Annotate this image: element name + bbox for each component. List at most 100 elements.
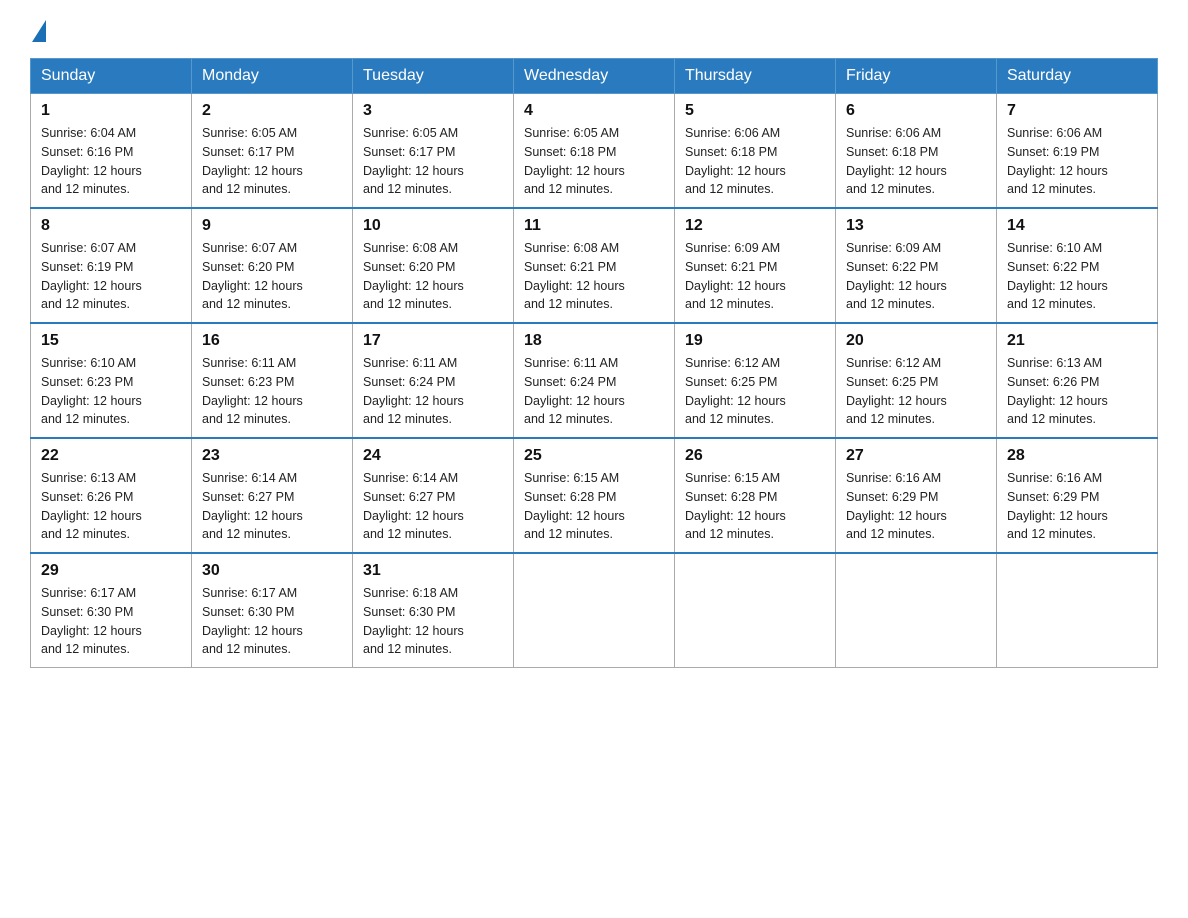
weekday-header-friday: Friday (836, 59, 997, 94)
day-info: Sunrise: 6:16 AMSunset: 6:29 PMDaylight:… (1007, 471, 1108, 541)
day-number: 21 (1007, 332, 1147, 350)
page-header (30, 20, 1158, 38)
calendar-cell: 22 Sunrise: 6:13 AMSunset: 6:26 PMDaylig… (31, 438, 192, 553)
day-info: Sunrise: 6:11 AMSunset: 6:24 PMDaylight:… (524, 356, 625, 426)
day-info: Sunrise: 6:09 AMSunset: 6:22 PMDaylight:… (846, 241, 947, 311)
calendar-cell: 4 Sunrise: 6:05 AMSunset: 6:18 PMDayligh… (514, 94, 675, 209)
day-info: Sunrise: 6:05 AMSunset: 6:18 PMDaylight:… (524, 126, 625, 196)
calendar-cell: 29 Sunrise: 6:17 AMSunset: 6:30 PMDaylig… (31, 553, 192, 668)
day-number: 2 (202, 102, 342, 120)
day-number: 6 (846, 102, 986, 120)
day-number: 11 (524, 217, 664, 235)
day-number: 14 (1007, 217, 1147, 235)
day-number: 31 (363, 562, 503, 580)
calendar-cell: 6 Sunrise: 6:06 AMSunset: 6:18 PMDayligh… (836, 94, 997, 209)
weekday-header-thursday: Thursday (675, 59, 836, 94)
calendar-cell: 15 Sunrise: 6:10 AMSunset: 6:23 PMDaylig… (31, 323, 192, 438)
day-info: Sunrise: 6:14 AMSunset: 6:27 PMDaylight:… (202, 471, 303, 541)
logo (30, 20, 46, 38)
day-info: Sunrise: 6:08 AMSunset: 6:21 PMDaylight:… (524, 241, 625, 311)
day-info: Sunrise: 6:17 AMSunset: 6:30 PMDaylight:… (41, 586, 142, 656)
day-number: 13 (846, 217, 986, 235)
day-number: 19 (685, 332, 825, 350)
day-info: Sunrise: 6:09 AMSunset: 6:21 PMDaylight:… (685, 241, 786, 311)
day-info: Sunrise: 6:15 AMSunset: 6:28 PMDaylight:… (685, 471, 786, 541)
day-info: Sunrise: 6:17 AMSunset: 6:30 PMDaylight:… (202, 586, 303, 656)
calendar-cell: 25 Sunrise: 6:15 AMSunset: 6:28 PMDaylig… (514, 438, 675, 553)
calendar-cell: 5 Sunrise: 6:06 AMSunset: 6:18 PMDayligh… (675, 94, 836, 209)
calendar-cell: 24 Sunrise: 6:14 AMSunset: 6:27 PMDaylig… (353, 438, 514, 553)
day-info: Sunrise: 6:12 AMSunset: 6:25 PMDaylight:… (685, 356, 786, 426)
calendar-cell: 27 Sunrise: 6:16 AMSunset: 6:29 PMDaylig… (836, 438, 997, 553)
day-info: Sunrise: 6:13 AMSunset: 6:26 PMDaylight:… (1007, 356, 1108, 426)
calendar-week-4: 22 Sunrise: 6:13 AMSunset: 6:26 PMDaylig… (31, 438, 1158, 553)
day-info: Sunrise: 6:10 AMSunset: 6:22 PMDaylight:… (1007, 241, 1108, 311)
day-info: Sunrise: 6:15 AMSunset: 6:28 PMDaylight:… (524, 471, 625, 541)
calendar-cell: 31 Sunrise: 6:18 AMSunset: 6:30 PMDaylig… (353, 553, 514, 668)
calendar-cell: 23 Sunrise: 6:14 AMSunset: 6:27 PMDaylig… (192, 438, 353, 553)
calendar-cell (675, 553, 836, 668)
day-info: Sunrise: 6:14 AMSunset: 6:27 PMDaylight:… (363, 471, 464, 541)
calendar-cell: 12 Sunrise: 6:09 AMSunset: 6:21 PMDaylig… (675, 208, 836, 323)
day-number: 18 (524, 332, 664, 350)
day-info: Sunrise: 6:08 AMSunset: 6:20 PMDaylight:… (363, 241, 464, 311)
day-info: Sunrise: 6:11 AMSunset: 6:24 PMDaylight:… (363, 356, 464, 426)
calendar-cell (514, 553, 675, 668)
weekday-header-row: SundayMondayTuesdayWednesdayThursdayFrid… (31, 59, 1158, 94)
day-number: 27 (846, 447, 986, 465)
day-info: Sunrise: 6:13 AMSunset: 6:26 PMDaylight:… (41, 471, 142, 541)
calendar-week-5: 29 Sunrise: 6:17 AMSunset: 6:30 PMDaylig… (31, 553, 1158, 668)
day-number: 9 (202, 217, 342, 235)
calendar-cell: 19 Sunrise: 6:12 AMSunset: 6:25 PMDaylig… (675, 323, 836, 438)
day-number: 26 (685, 447, 825, 465)
day-number: 7 (1007, 102, 1147, 120)
day-number: 24 (363, 447, 503, 465)
day-info: Sunrise: 6:05 AMSunset: 6:17 PMDaylight:… (202, 126, 303, 196)
day-info: Sunrise: 6:16 AMSunset: 6:29 PMDaylight:… (846, 471, 947, 541)
day-number: 1 (41, 102, 181, 120)
calendar-week-2: 8 Sunrise: 6:07 AMSunset: 6:19 PMDayligh… (31, 208, 1158, 323)
calendar-cell: 7 Sunrise: 6:06 AMSunset: 6:19 PMDayligh… (997, 94, 1158, 209)
day-number: 20 (846, 332, 986, 350)
calendar-cell: 30 Sunrise: 6:17 AMSunset: 6:30 PMDaylig… (192, 553, 353, 668)
calendar-cell: 2 Sunrise: 6:05 AMSunset: 6:17 PMDayligh… (192, 94, 353, 209)
day-info: Sunrise: 6:12 AMSunset: 6:25 PMDaylight:… (846, 356, 947, 426)
calendar-cell: 3 Sunrise: 6:05 AMSunset: 6:17 PMDayligh… (353, 94, 514, 209)
calendar-cell: 14 Sunrise: 6:10 AMSunset: 6:22 PMDaylig… (997, 208, 1158, 323)
weekday-header-tuesday: Tuesday (353, 59, 514, 94)
calendar-table: SundayMondayTuesdayWednesdayThursdayFrid… (30, 58, 1158, 668)
day-number: 3 (363, 102, 503, 120)
day-info: Sunrise: 6:11 AMSunset: 6:23 PMDaylight:… (202, 356, 303, 426)
day-number: 16 (202, 332, 342, 350)
day-info: Sunrise: 6:10 AMSunset: 6:23 PMDaylight:… (41, 356, 142, 426)
day-number: 10 (363, 217, 503, 235)
weekday-header-wednesday: Wednesday (514, 59, 675, 94)
calendar-cell: 17 Sunrise: 6:11 AMSunset: 6:24 PMDaylig… (353, 323, 514, 438)
calendar-cell: 28 Sunrise: 6:16 AMSunset: 6:29 PMDaylig… (997, 438, 1158, 553)
calendar-cell (997, 553, 1158, 668)
calendar-week-3: 15 Sunrise: 6:10 AMSunset: 6:23 PMDaylig… (31, 323, 1158, 438)
calendar-cell: 18 Sunrise: 6:11 AMSunset: 6:24 PMDaylig… (514, 323, 675, 438)
day-number: 22 (41, 447, 181, 465)
calendar-cell: 11 Sunrise: 6:08 AMSunset: 6:21 PMDaylig… (514, 208, 675, 323)
calendar-cell (836, 553, 997, 668)
calendar-cell: 1 Sunrise: 6:04 AMSunset: 6:16 PMDayligh… (31, 94, 192, 209)
weekday-header-sunday: Sunday (31, 59, 192, 94)
day-info: Sunrise: 6:18 AMSunset: 6:30 PMDaylight:… (363, 586, 464, 656)
day-number: 29 (41, 562, 181, 580)
day-number: 15 (41, 332, 181, 350)
day-info: Sunrise: 6:06 AMSunset: 6:19 PMDaylight:… (1007, 126, 1108, 196)
day-number: 28 (1007, 447, 1147, 465)
day-number: 17 (363, 332, 503, 350)
day-number: 8 (41, 217, 181, 235)
calendar-cell: 16 Sunrise: 6:11 AMSunset: 6:23 PMDaylig… (192, 323, 353, 438)
day-number: 12 (685, 217, 825, 235)
calendar-cell: 13 Sunrise: 6:09 AMSunset: 6:22 PMDaylig… (836, 208, 997, 323)
day-info: Sunrise: 6:05 AMSunset: 6:17 PMDaylight:… (363, 126, 464, 196)
day-number: 23 (202, 447, 342, 465)
calendar-cell: 21 Sunrise: 6:13 AMSunset: 6:26 PMDaylig… (997, 323, 1158, 438)
day-number: 25 (524, 447, 664, 465)
weekday-header-saturday: Saturday (997, 59, 1158, 94)
calendar-cell: 8 Sunrise: 6:07 AMSunset: 6:19 PMDayligh… (31, 208, 192, 323)
calendar-cell: 26 Sunrise: 6:15 AMSunset: 6:28 PMDaylig… (675, 438, 836, 553)
